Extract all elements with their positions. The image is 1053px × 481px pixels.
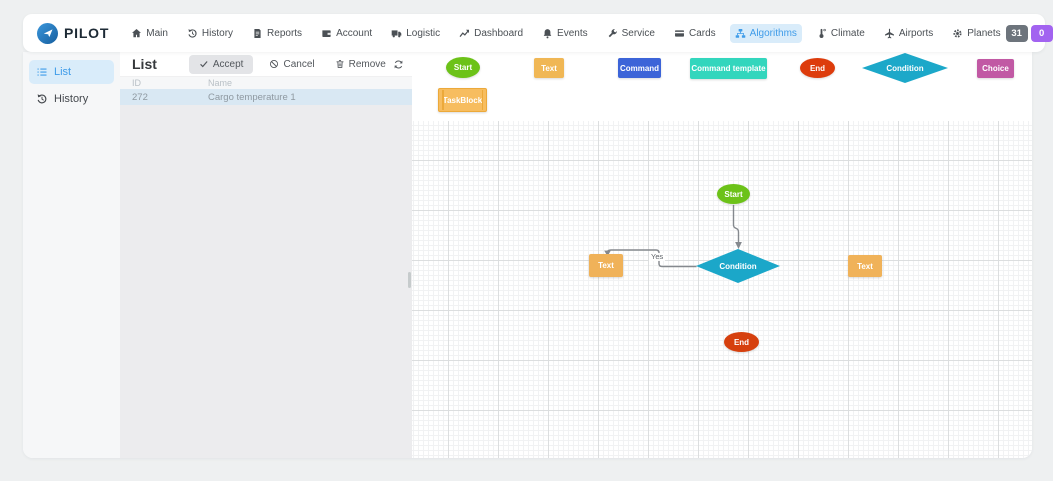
check-icon (199, 59, 209, 69)
list-panel: List Accept Cancel Remove ID Name 272 Ca (120, 52, 412, 458)
column-header-name: Name (208, 78, 412, 88)
nav-item-algorithms[interactable]: Algorithms (730, 24, 802, 43)
accept-button[interactable]: Accept (189, 55, 254, 74)
palette-item-condition[interactable]: Condition (862, 53, 948, 83)
flow-node-text-right[interactable]: Text (848, 255, 882, 277)
panel-empty-area (120, 105, 412, 458)
nav-item-account[interactable]: Account (316, 24, 377, 43)
history-icon (187, 28, 198, 39)
plane-icon (884, 28, 895, 39)
flow-node-start[interactable]: Start (717, 184, 750, 204)
document-icon (252, 28, 263, 39)
nav-item-airports[interactable]: Airports (879, 24, 938, 43)
flow-editor-canvas: Start Text Command Command template End … (412, 52, 1032, 458)
edge-label-yes: Yes (649, 253, 665, 261)
flow-node-end[interactable]: End (724, 332, 759, 352)
truck-icon (391, 28, 402, 39)
paper-plane-icon (37, 23, 58, 44)
home-icon (131, 28, 142, 39)
status-badge[interactable]: 0 (1031, 25, 1053, 42)
main-nav: Main History Reports Account Logistic Da… (126, 24, 1005, 43)
gear-icon (952, 28, 963, 39)
scrollbar-thumb[interactable] (408, 272, 411, 288)
table-header: ID Name (120, 76, 412, 89)
palette-item-command-template[interactable]: Command template (690, 58, 767, 79)
row-name: Cargo temperature 1 (208, 92, 412, 103)
column-header-id: ID (120, 78, 208, 88)
wrench-icon (607, 28, 618, 39)
refresh-button[interactable] (390, 56, 407, 73)
wallet-icon (321, 28, 332, 39)
counter-badges: 31 0 8 11 0 13 (1006, 25, 1053, 42)
palette-item-end[interactable]: End (800, 58, 835, 78)
panel-toolbar: List Accept Cancel Remove (120, 52, 412, 76)
nav-item-logistic[interactable]: Logistic (386, 24, 445, 43)
palette-item-text[interactable]: Text (534, 58, 564, 78)
credit-card-icon (674, 28, 685, 39)
remove-button[interactable]: Remove (331, 55, 390, 74)
chart-icon (459, 28, 470, 39)
canvas-grid[interactable] (412, 121, 1032, 458)
table-row[interactable]: 272 Cargo temperature 1 (120, 89, 412, 105)
main-content: List History List Accept Cancel Remove (23, 52, 1032, 458)
nav-item-history[interactable]: History (182, 24, 238, 43)
nav-item-service[interactable]: Service (602, 24, 660, 43)
nav-item-reports[interactable]: Reports (247, 24, 307, 43)
sidebar-item-history[interactable]: History (29, 87, 114, 111)
trash-icon (335, 59, 345, 69)
history-icon (36, 93, 48, 105)
palette-item-choice[interactable]: Choice (977, 59, 1014, 78)
nav-item-planets[interactable]: Planets (947, 24, 1005, 43)
palette-item-start[interactable]: Start (446, 57, 480, 78)
sidebar: List History (23, 52, 120, 458)
nav-item-main[interactable]: Main (126, 24, 173, 43)
sitemap-icon (735, 28, 746, 39)
nav-item-events[interactable]: Events (537, 24, 593, 43)
app-logo[interactable]: PILOT (37, 23, 109, 44)
palette-item-taskblock[interactable]: TaskBlock (438, 88, 487, 112)
cancel-button[interactable]: Cancel (265, 55, 318, 74)
top-navigation-bar: PILOT Main History Reports Account Logis… (23, 14, 1045, 52)
sidebar-item-list[interactable]: List (29, 60, 114, 84)
refresh-icon (393, 59, 404, 70)
bell-icon (542, 28, 553, 39)
palette-item-command[interactable]: Command (618, 58, 661, 78)
row-id: 272 (120, 92, 208, 103)
thermometer-icon (816, 28, 827, 39)
status-badge[interactable]: 31 (1006, 25, 1028, 42)
nav-item-climate[interactable]: Climate (811, 24, 870, 43)
brand-name: PILOT (64, 25, 109, 41)
panel-title: List (132, 56, 157, 72)
cancel-icon (269, 59, 279, 69)
nav-item-dashboard[interactable]: Dashboard (454, 24, 528, 43)
nav-item-cards[interactable]: Cards (669, 24, 721, 43)
list-icon (36, 66, 48, 78)
flow-node-text-left[interactable]: Text (589, 254, 623, 277)
